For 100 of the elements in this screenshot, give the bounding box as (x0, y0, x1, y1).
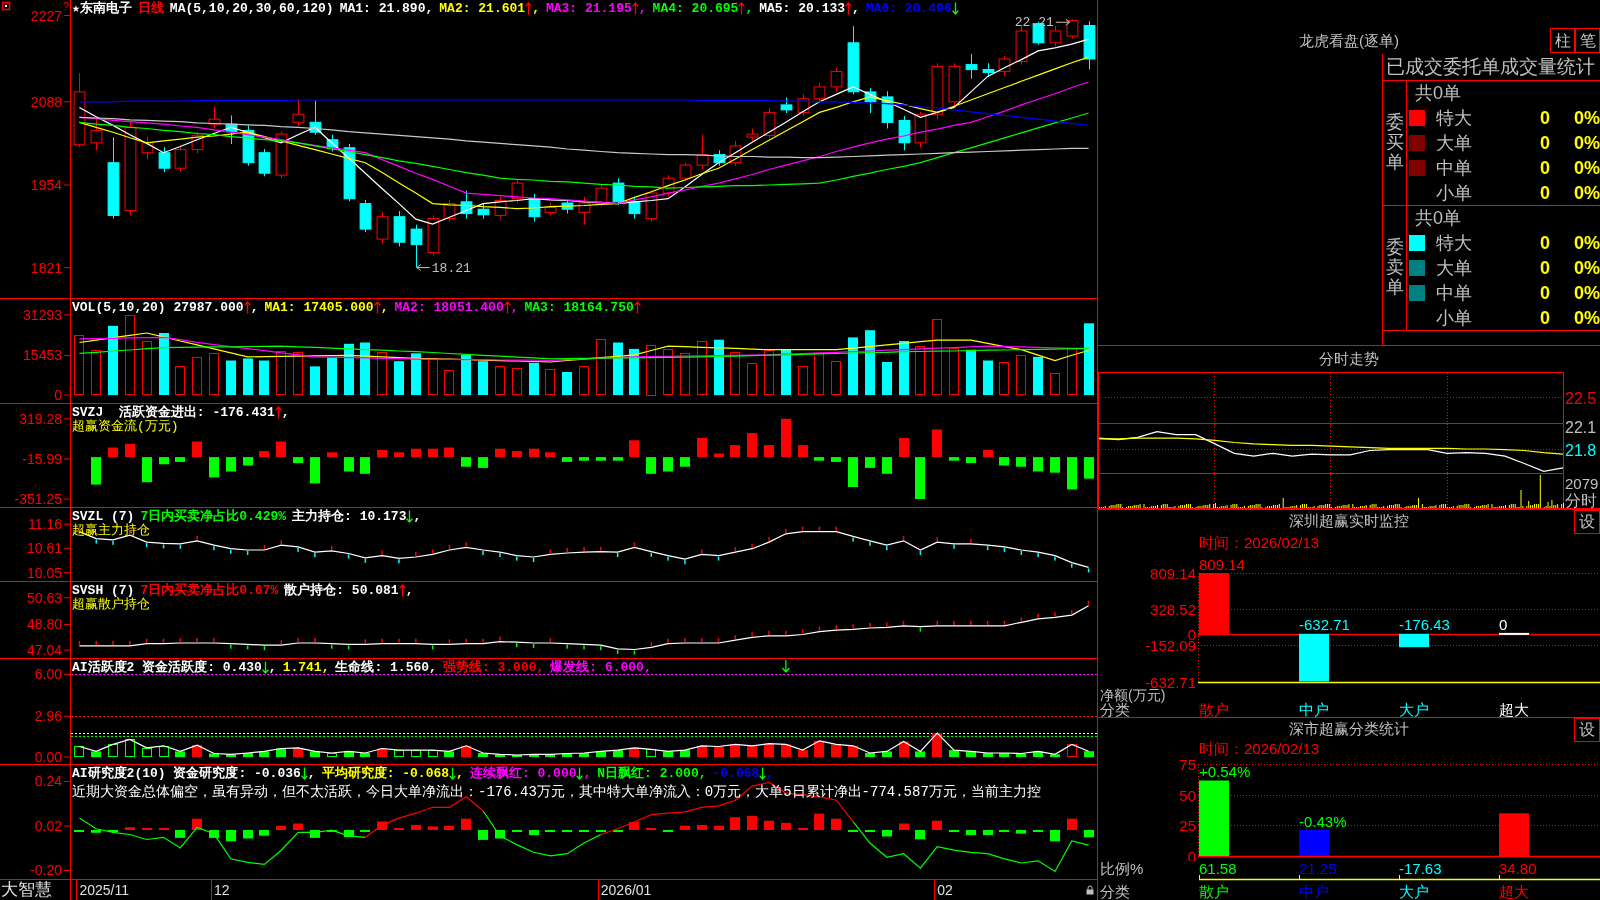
arrow-right-icon (1055, 18, 1071, 26)
axis-label: 10.05 (26, 564, 62, 581)
net-flow-bar (1499, 632, 1529, 635)
activity-bar (764, 743, 774, 758)
research-bar (125, 827, 135, 830)
axis-label: 2079 (1565, 475, 1599, 492)
research-bar (495, 830, 505, 839)
activity-bar (495, 754, 505, 758)
research-bar (444, 825, 454, 830)
volume-bar (613, 342, 623, 396)
candlestick (561, 199, 574, 215)
fund-flow-bar (159, 457, 169, 465)
axis-label: 0.00 (34, 749, 62, 764)
research-bar (175, 830, 185, 838)
activity-bar (394, 750, 404, 757)
candlestick (1083, 20, 1096, 71)
fund-flow-bar (209, 457, 219, 478)
axis-label: 48.80 (26, 616, 62, 633)
legend-separator: , (852, 1, 860, 16)
view-mode-button[interactable]: 柱 (1550, 28, 1575, 53)
candlestick (595, 183, 608, 207)
candlestick (443, 199, 456, 223)
volume-bar (428, 358, 438, 395)
research-bar (730, 817, 740, 830)
candlestick (410, 224, 423, 269)
legend-text: 生命线: 1.560, (335, 660, 437, 675)
candlestick (628, 196, 641, 220)
activity-bar (478, 753, 488, 758)
fund-flow-bar (478, 457, 488, 468)
activity-bar (1067, 744, 1077, 757)
legend-text: 主力持仓: 10.173 (292, 509, 407, 524)
fund-flow-bar (882, 457, 892, 474)
research-bar (209, 830, 219, 838)
activity-bar (74, 746, 84, 757)
axis-label: 319.28 (19, 410, 62, 427)
activity-bar (966, 751, 976, 758)
axis-label: 0.24 (34, 773, 62, 790)
fund-flow-bar (865, 457, 875, 468)
axis-label: 10.61 (26, 540, 62, 557)
candlestick (141, 136, 154, 161)
axis-label: 0 (54, 387, 62, 403)
lock-icon (1086, 885, 1094, 895)
axis-label: 0.02 (34, 817, 62, 834)
activity-bar (545, 754, 555, 758)
candlestick (359, 199, 372, 233)
activity-bar (175, 751, 185, 758)
value-label: 809.14 (1199, 556, 1245, 573)
size-label: 大单 (1436, 256, 1472, 279)
settings-button[interactable]: 设 (1574, 718, 1600, 742)
candlestick (864, 87, 877, 114)
research-bar (226, 830, 236, 842)
candlestick (158, 146, 171, 173)
legend-text: VOL(5,10,20) 27987.000 (72, 300, 244, 315)
volume-bar (142, 341, 152, 395)
volume-bar (697, 341, 707, 395)
legend-text: N日飘红: 2.000, (597, 766, 707, 781)
volume-bar (798, 366, 808, 395)
axis-label: 11.16 (28, 516, 62, 533)
legend-text: AI活跃度2 资金活跃度: 0.430 (72, 660, 262, 675)
fund-flow-bar (377, 449, 387, 458)
volume-bar (377, 352, 387, 395)
settings-button[interactable]: 设 (1574, 510, 1600, 534)
fund-flow-bar (1016, 457, 1026, 467)
group-label: 委卖单 (1385, 238, 1404, 298)
research-bar (781, 822, 791, 830)
fund-flow-bar (444, 447, 454, 458)
candlestick (998, 55, 1011, 77)
activity-bar (159, 746, 169, 757)
view-mode-button[interactable]: 笔 (1575, 28, 1600, 53)
count-value: 0 (1539, 131, 1550, 154)
fund-flow-bar (831, 457, 841, 462)
activity-bar (798, 750, 808, 758)
candlestick (914, 111, 927, 148)
size-label: 大单 (1436, 131, 1472, 154)
fund-flow-bar (663, 457, 673, 472)
axis-marker: ? (63, 0, 70, 12)
fund-flow-bar (697, 437, 707, 457)
legend-separator: , (281, 405, 290, 420)
activity-bar (562, 753, 572, 758)
volume-bar (882, 362, 892, 396)
legend-text: 平均研究度: -0.068 (321, 766, 450, 781)
fund-flow-bar (1050, 457, 1060, 473)
value-label: 0 (1499, 615, 1508, 633)
price-label: 18.21 (431, 260, 471, 276)
candlestick (376, 211, 389, 244)
fund-flow-bar (512, 451, 522, 458)
research-bar (1016, 830, 1026, 834)
activity-bar (747, 745, 757, 758)
indicator-name: 超赢散户持仓 (72, 598, 150, 612)
volume-bar (91, 350, 101, 395)
volume-bar (1050, 373, 1060, 395)
candlestick (494, 196, 507, 220)
activity-bar (91, 751, 101, 758)
activity-bar (781, 744, 791, 758)
axis-label: 47.04 (26, 642, 62, 658)
fund-flow-bar (91, 457, 101, 485)
fund-flow-bar (680, 457, 690, 467)
volume-bar (478, 361, 488, 395)
activity-bar (932, 733, 942, 758)
fund-flow-bar (428, 448, 438, 458)
